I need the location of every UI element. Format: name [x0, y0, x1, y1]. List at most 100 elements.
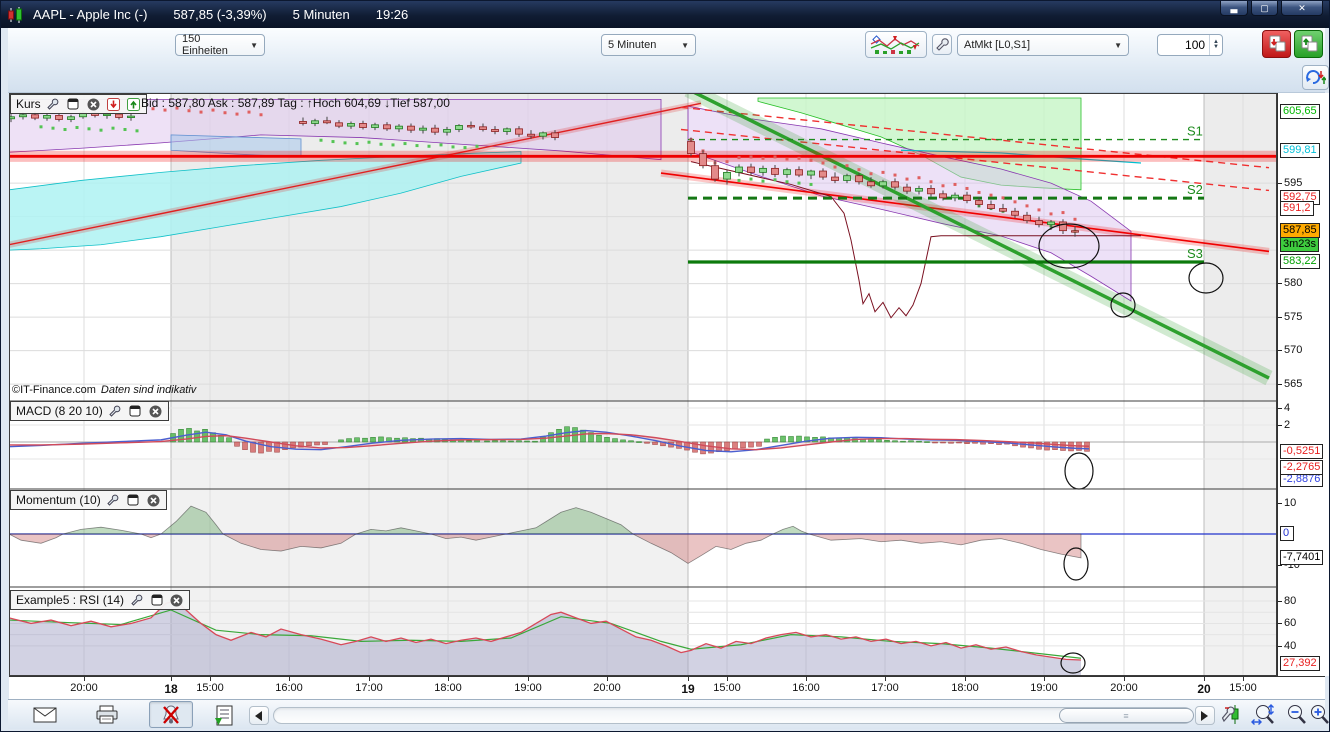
sar-green-day1b	[320, 139, 323, 142]
candle	[552, 133, 559, 138]
window-icon[interactable]	[126, 493, 141, 508]
macd-bar	[581, 430, 586, 442]
candle	[772, 168, 779, 174]
candle	[712, 166, 719, 179]
order-type-dropdown[interactable]: AtMkt [L0,S1] ▼	[957, 34, 1129, 56]
window-icon[interactable]	[128, 404, 143, 419]
pattern-chart-icon	[869, 34, 923, 55]
refresh-quotes-button[interactable]	[1302, 65, 1329, 90]
candle	[432, 128, 439, 132]
app-window: AAPL - Apple Inc (-) 587,85 (-3,39%) 5 M…	[0, 0, 1330, 732]
scroll-left-button[interactable]	[249, 706, 269, 725]
chevron-down-icon: ▼	[242, 41, 258, 50]
window-icon[interactable]	[149, 593, 164, 608]
candle	[312, 121, 319, 124]
buy-arrow-icon[interactable]	[126, 97, 141, 112]
sar-red-day2	[750, 155, 753, 158]
wrench-icon[interactable]	[46, 97, 61, 112]
sar-red-day2	[798, 157, 801, 160]
macd-bar	[957, 442, 962, 443]
close-icon[interactable]	[169, 593, 184, 608]
axis-tick: 575	[1278, 311, 1302, 323]
macd-bar	[509, 441, 514, 442]
price-panel-title: Kurs	[16, 97, 41, 111]
orders-log-button[interactable]	[209, 703, 239, 727]
wrench-icon[interactable]	[129, 593, 144, 608]
wrench-icon[interactable]	[108, 404, 123, 419]
units-dropdown[interactable]: 150 Einheiten ▼	[175, 34, 265, 56]
chart-pattern-button[interactable]	[865, 31, 927, 58]
order-settings-button[interactable]	[932, 34, 952, 55]
annotation-ellipse	[1065, 453, 1093, 489]
axis-value-box: 0	[1280, 526, 1294, 541]
sar-red-day1	[248, 111, 251, 114]
scrollbar-thumb[interactable]: ≡	[1059, 708, 1194, 723]
candle	[988, 205, 995, 209]
indicative-note: Daten sind indikativ	[101, 384, 196, 396]
zoom-in-button[interactable]	[1307, 701, 1330, 728]
macd-bar	[557, 429, 562, 442]
close-icon[interactable]	[148, 404, 163, 419]
sell-arrow-icon[interactable]	[106, 97, 121, 112]
chevron-down-icon: ▼	[673, 41, 689, 50]
maximize-button[interactable]: ▢	[1251, 1, 1278, 16]
rsi-panel-header: Example5 : RSI (14)	[10, 590, 190, 610]
sar-green-day1b	[464, 146, 467, 149]
email-button[interactable]	[27, 703, 63, 727]
axis-value-box: 599,81	[1280, 143, 1320, 158]
zoom-fit-button[interactable]	[1247, 701, 1281, 728]
window-icon[interactable]	[66, 97, 81, 112]
candle	[528, 134, 535, 136]
close-button[interactable]: ✕	[1281, 1, 1323, 16]
scroll-right-button[interactable]	[1195, 706, 1215, 725]
axis-value-box: 587,85	[1280, 223, 1320, 238]
time-axis: 20:001815:0016:0017:0018:0019:0020:00191…	[9, 676, 1325, 699]
candle	[976, 201, 983, 205]
buy-button[interactable]	[1294, 30, 1323, 58]
macd-bar	[789, 436, 794, 442]
sar-red-day1	[260, 113, 263, 116]
sar-red-day2	[786, 157, 789, 160]
axis-tick: 2	[1278, 419, 1290, 431]
minimize-button[interactable]: ▃	[1220, 1, 1248, 16]
macd-bar	[339, 440, 344, 442]
zoom-out-button[interactable]	[1283, 701, 1309, 728]
sar-green-day1a	[124, 128, 127, 131]
alarm-off-button[interactable]	[149, 701, 193, 728]
macd-bar	[893, 441, 898, 442]
sar-green-day2a	[738, 179, 741, 182]
candle	[832, 177, 839, 180]
candle	[856, 176, 863, 182]
macd-bar	[645, 442, 650, 443]
stepper-arrows-icon[interactable]: ▲▼	[1209, 35, 1222, 55]
wrench-icon[interactable]	[106, 493, 121, 508]
candle	[916, 188, 923, 191]
candle	[20, 115, 27, 117]
candle	[1060, 222, 1067, 231]
close-icon[interactable]	[146, 493, 161, 508]
chart-scrollbar[interactable]: ≡	[273, 707, 1193, 724]
sar-green-day2a	[774, 178, 777, 181]
macd-panel-header: MACD (8 20 10)	[10, 401, 169, 421]
close-icon[interactable]	[86, 97, 101, 112]
sar-red-day2	[1074, 218, 1077, 221]
macd-bar	[613, 439, 618, 442]
sar-green-day1b	[356, 142, 359, 145]
sar-red-day1	[236, 113, 239, 116]
axis-value-box: 3m23s	[1280, 237, 1319, 252]
sar-red-day2	[834, 166, 837, 169]
time-axis-label: 15:00	[1229, 682, 1257, 694]
candle	[928, 188, 935, 193]
quantity-stepper[interactable]: 100 ▲▼	[1157, 34, 1223, 56]
timeframe-dropdown[interactable]: 5 Minuten ▼	[601, 34, 696, 56]
sell-button[interactable]	[1262, 30, 1291, 58]
macd-bar	[243, 442, 248, 450]
print-button[interactable]	[89, 703, 125, 727]
chart-settings-button[interactable]	[1219, 702, 1245, 727]
quote-info: Bid : 587,80 Ask : 587,89 Tag : ↑Hoch 60…	[141, 96, 450, 110]
axis-tick: 80	[1278, 595, 1296, 607]
axis-tick: 580	[1278, 277, 1302, 289]
chart-canvas[interactable]: S1S2S3	[9, 93, 1277, 676]
axis-tick: 40	[1278, 640, 1296, 652]
macd-bar	[533, 441, 538, 442]
